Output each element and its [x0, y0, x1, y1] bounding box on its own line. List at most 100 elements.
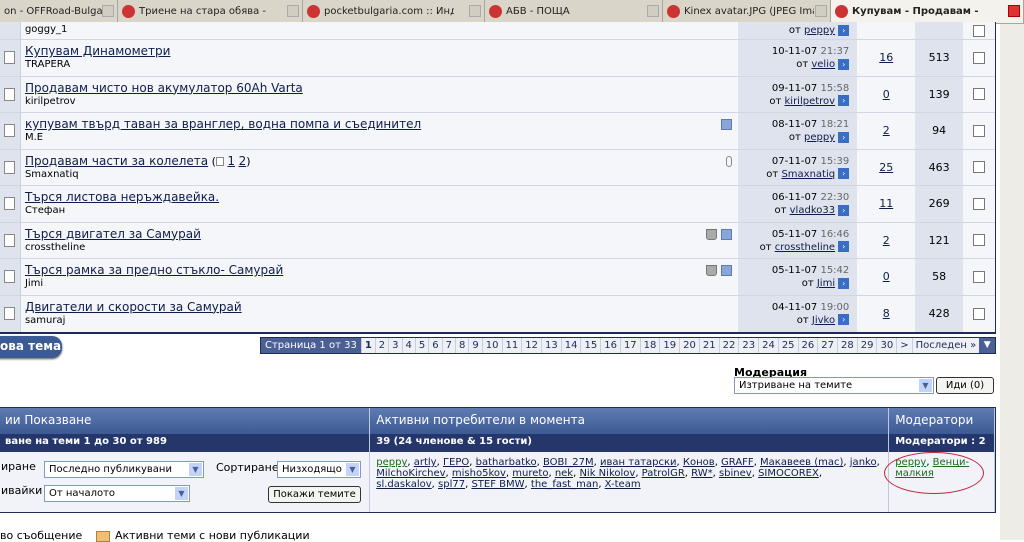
active-user-link[interactable]: artly: [414, 457, 437, 468]
go-to-last-post-icon[interactable]: ›: [838, 168, 850, 179]
page-link[interactable]: 7: [441, 338, 455, 353]
browser-tab[interactable]: on - OFFRoad-Bulgari...: [0, 0, 118, 23]
browser-tab[interactable]: Купувам - Продавам - О...: [831, 0, 1024, 23]
thread-title-link[interactable]: Търся рамка за предно стъкло- Самурай: [25, 263, 283, 277]
sort-select[interactable]: Последно публикувани ▼: [44, 461, 204, 478]
go-to-last-post-icon[interactable]: ›: [838, 204, 850, 216]
thread-checkbox[interactable]: [973, 88, 986, 101]
replies-link[interactable]: 8: [883, 307, 890, 320]
active-user-link[interactable]: PatrolGR: [642, 468, 685, 479]
replies-link[interactable]: 0: [883, 270, 890, 283]
page-link[interactable]: 14: [560, 338, 581, 353]
browser-tab[interactable]: Kinex avatar.JPG (JPEG Imag...: [663, 0, 831, 23]
active-user-link[interactable]: STEF BMW: [471, 479, 524, 490]
close-tab-icon[interactable]: [469, 5, 481, 17]
page-link[interactable]: 11: [501, 338, 522, 353]
close-tab-icon[interactable]: [287, 5, 299, 17]
page-link[interactable]: 24: [758, 338, 778, 353]
active-user-link[interactable]: BOBI_27M: [543, 457, 594, 468]
page-link[interactable]: 30: [876, 338, 896, 353]
last-poster-link[interactable]: crosstheline: [775, 242, 835, 253]
replies-link[interactable]: 0: [883, 88, 890, 101]
page-link[interactable]: 10: [481, 338, 502, 353]
go-to-last-post-icon[interactable]: ›: [838, 131, 850, 143]
active-user-link[interactable]: SIMOCOREX: [758, 468, 819, 479]
active-user-link[interactable]: X-team: [605, 479, 641, 490]
last-poster-link[interactable]: Jimi: [817, 278, 835, 289]
active-user-link[interactable]: spl77: [438, 479, 465, 490]
browser-tab[interactable]: pocketbulgaria.com :: Индекс: [303, 0, 485, 23]
close-tab-icon[interactable]: [102, 5, 114, 17]
thread-checkbox[interactable]: [973, 234, 986, 247]
page-link[interactable]: 9: [468, 338, 481, 353]
next-page-link[interactable]: >: [896, 338, 911, 353]
browser-tab[interactable]: АБВ - ПОЩА: [485, 0, 663, 23]
thread-title-link[interactable]: Търся листова неръждавейка.: [25, 190, 219, 204]
from-select[interactable]: От началото ▼: [44, 485, 190, 502]
thread-title-link[interactable]: Купувам Динамометри: [25, 44, 170, 58]
show-topics-button[interactable]: Покажи темите: [268, 486, 361, 503]
thread-checkbox[interactable]: [973, 24, 986, 37]
active-user-link[interactable]: Конов: [683, 457, 715, 468]
page-link[interactable]: 8: [455, 338, 468, 353]
go-to-last-post-icon[interactable]: ›: [838, 95, 850, 106]
go-to-last-post-icon[interactable]: ›: [838, 24, 850, 36]
page-jump-dropdown[interactable]: ▼: [979, 338, 996, 353]
active-user-link[interactable]: mureto: [512, 468, 548, 479]
thread-checkbox[interactable]: [973, 197, 986, 210]
page-link[interactable]: 16: [600, 338, 620, 353]
active-user-link[interactable]: batharbatko: [476, 457, 537, 468]
thread-title-link[interactable]: Продавам части за колелета: [25, 154, 208, 168]
close-tab-icon[interactable]: [647, 5, 659, 17]
page-link[interactable]: 26: [797, 338, 818, 353]
thread-checkbox[interactable]: [973, 270, 986, 283]
active-user-link[interactable]: GRAFF: [721, 457, 754, 468]
active-user-link[interactable]: RW*: [691, 468, 712, 479]
page-link[interactable]: 29: [856, 338, 877, 353]
page-link[interactable]: 22: [718, 338, 739, 353]
moderation-go-button[interactable]: Иди (0): [936, 377, 994, 394]
page-link[interactable]: 19: [659, 338, 679, 353]
active-user-link[interactable]: nek: [555, 468, 573, 479]
active-user-link[interactable]: MilchoKirchev: [376, 468, 445, 479]
page-link[interactable]: 4: [401, 338, 415, 353]
go-to-last-post-icon[interactable]: ›: [838, 58, 850, 70]
thread-checkbox[interactable]: [973, 307, 986, 320]
close-tab-icon[interactable]: [815, 5, 827, 17]
page-link[interactable]: 6: [428, 338, 441, 353]
page-link[interactable]: 23: [738, 338, 758, 353]
replies-link[interactable]: 2: [883, 124, 890, 137]
last-poster-link[interactable]: peppy: [804, 25, 835, 36]
last-poster-link[interactable]: vladko33: [790, 205, 835, 216]
new-topic-button[interactable]: ова тема: [0, 336, 62, 358]
thread-title-link[interactable]: Двигатели и скорости за Самурай: [25, 300, 242, 314]
page-link[interactable]: 3: [388, 338, 401, 353]
thread-page-link[interactable]: 1: [227, 154, 235, 168]
page-link[interactable]: 13: [541, 338, 561, 353]
page-link[interactable]: 28: [837, 338, 857, 353]
thread-title-link[interactable]: Продавам чисто нов акумулатор 60Ah Varta: [25, 81, 303, 95]
page-link[interactable]: 1: [360, 338, 375, 353]
moderation-select[interactable]: Изтриване на темите ▼: [734, 377, 934, 394]
page-link[interactable]: 12: [521, 338, 541, 353]
replies-link[interactable]: 11: [879, 197, 893, 210]
active-user-link[interactable]: the_fast_man: [531, 479, 598, 490]
active-user-link[interactable]: peppy: [376, 457, 407, 468]
thread-checkbox[interactable]: [973, 161, 986, 174]
last-poster-link[interactable]: velio: [811, 59, 835, 70]
thread-checkbox[interactable]: [973, 124, 986, 137]
last-poster-link[interactable]: Jivko: [812, 315, 835, 326]
active-user-link[interactable]: ГЕРО: [443, 457, 469, 468]
page-link[interactable]: 17: [619, 338, 640, 353]
go-to-last-post-icon[interactable]: ›: [838, 277, 850, 289]
active-user-link[interactable]: Nik Nikolov: [579, 468, 635, 479]
page-link[interactable]: 2: [374, 338, 388, 353]
page-link[interactable]: 25: [777, 338, 798, 353]
active-user-link[interactable]: sl.daskalov: [376, 479, 431, 490]
close-tab-icon[interactable]: [1008, 5, 1020, 17]
go-to-last-post-icon[interactable]: ›: [838, 241, 850, 252]
replies-link[interactable]: 2: [883, 234, 890, 247]
last-page-link[interactable]: Последен »: [911, 338, 980, 353]
thread-checkbox[interactable]: [973, 51, 986, 64]
order-select[interactable]: Низходящо ▼: [277, 461, 361, 478]
